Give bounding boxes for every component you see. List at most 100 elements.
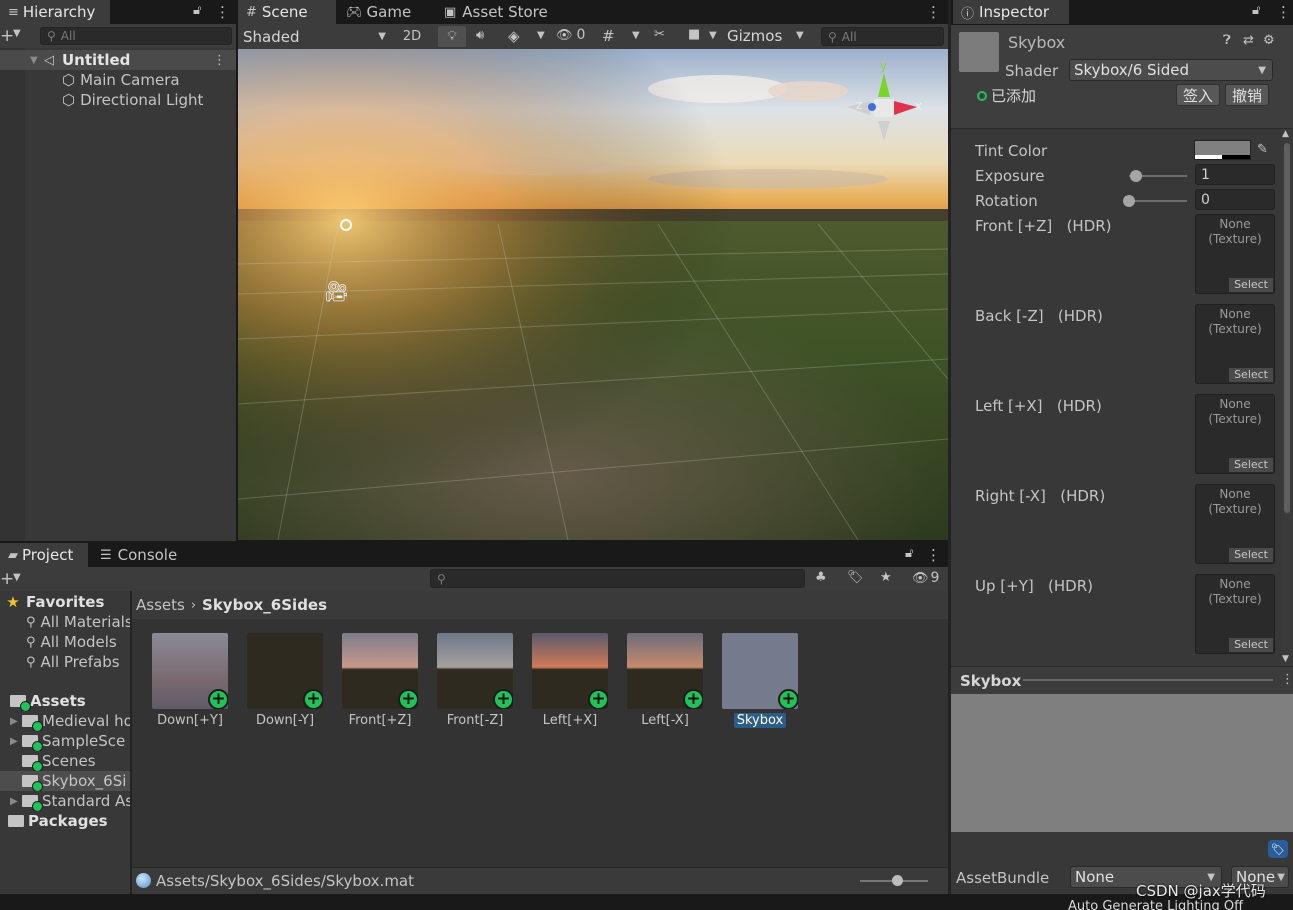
grid-snap-icon[interactable]: # xyxy=(602,27,615,45)
lighting-toggle-button[interactable]: 💡︎ xyxy=(438,26,466,47)
material-preview[interactable] xyxy=(951,694,1293,832)
favorite-item-all-materials[interactable]: ⚲ All Materials xyxy=(0,612,130,632)
gear-icon[interactable]: ⚙︎ xyxy=(1263,33,1275,48)
kebab-menu-icon[interactable]: ⋮ xyxy=(1276,3,1291,21)
packages-root[interactable]: Packages xyxy=(0,811,130,831)
texture-field-right[interactable]: None (Texture) Select xyxy=(1195,484,1275,564)
effects-layers-icon[interactable]: ◈ xyxy=(508,27,520,45)
exposure-input[interactable]: 1 xyxy=(1195,164,1275,185)
folder-medieval[interactable]: ▶ Medieval ho xyxy=(0,711,130,731)
help-icon[interactable]: ❓︎ xyxy=(1223,33,1231,48)
asset-thumb-down-py[interactable]: + xyxy=(152,633,228,709)
slider-knob[interactable] xyxy=(892,875,904,886)
rotation-input[interactable]: 0 xyxy=(1195,189,1275,210)
label-tag-icon[interactable]: 🏷︎ xyxy=(1268,840,1288,858)
chevron-down-icon[interactable]: ▼ xyxy=(13,572,21,583)
scene-orientation-gizmo[interactable]: y z x xyxy=(842,59,932,154)
chevron-down-icon[interactable]: ▼ xyxy=(13,28,21,39)
eyedropper-icon[interactable]: ✎ xyxy=(1257,142,1268,157)
filter-by-type-icon[interactable]: ♣ xyxy=(815,570,827,585)
kebab-menu-icon[interactable]: ⋮ xyxy=(1281,672,1293,687)
chevron-down-icon[interactable]: ▼ xyxy=(796,30,804,41)
texture-field-left[interactable]: None (Texture) Select xyxy=(1195,394,1275,474)
asset-thumb-left-px[interactable]: + xyxy=(532,633,608,709)
audio-icon[interactable]: 🔊︎ xyxy=(476,28,484,43)
tools-icon[interactable]: ✂︎ xyxy=(654,27,665,42)
asset-thumb-front-pz[interactable]: + xyxy=(342,633,418,709)
scene-menu-icon[interactable]: ⋮ xyxy=(213,53,226,68)
hidden-packages-toggle[interactable]: 👁︎ 9 xyxy=(912,570,939,586)
chevron-down-icon[interactable]: ▼ xyxy=(709,30,717,41)
chevron-down-icon[interactable]: ▼ xyxy=(632,30,640,41)
scrollbar-thumb[interactable] xyxy=(1284,143,1290,513)
expand-arrow-icon[interactable]: ▶ xyxy=(10,796,22,807)
camera-gizmo-icon[interactable]: 🎥︎ xyxy=(324,279,349,303)
assets-root[interactable]: Assets xyxy=(0,691,130,711)
asset-thumb-skybox[interactable]: + xyxy=(722,633,798,709)
rotation-slider-knob[interactable] xyxy=(1123,195,1135,207)
tab-game[interactable]: 🎮︎ Game xyxy=(338,0,434,24)
shader-dropdown[interactable]: Skybox/6 Sided ▼ xyxy=(1069,59,1273,81)
favorites-header[interactable]: ★ Favorites xyxy=(0,592,130,612)
lock-icon[interactable]: 🔓︎ xyxy=(193,3,201,18)
breadcrumb-current[interactable]: Skybox_6Sides xyxy=(202,596,327,614)
folder-samplescenes[interactable]: ▶ SampleSce xyxy=(0,731,130,751)
tab-inspector[interactable]: ⓘ Inspector xyxy=(953,0,1069,24)
scene-viewport[interactable]: 🎥︎ y z x xyxy=(238,49,948,540)
folder-standard-assets[interactable]: ▶ Standard As xyxy=(0,791,130,811)
favorite-item-all-models[interactable]: ⚲ All Models xyxy=(0,632,130,652)
texture-field-back[interactable]: None (Texture) Select xyxy=(1195,304,1275,384)
scene-search-input[interactable]: ⚲ All xyxy=(821,27,944,46)
revert-button[interactable]: 撤销 xyxy=(1225,84,1269,106)
texture-field-front[interactable]: None (Texture) Select xyxy=(1195,214,1275,294)
scene-row[interactable]: ▼ ◁ Untitled ⋮ xyxy=(0,50,236,70)
hidden-objects-toggle[interactable]: 👁︎ 0 xyxy=(556,27,585,43)
tab-console[interactable]: ☰ Console xyxy=(92,543,192,567)
favorite-star-icon[interactable]: ★ xyxy=(880,570,892,585)
tab-project[interactable]: ▰ Project xyxy=(0,543,88,567)
texture-select-button[interactable]: Select xyxy=(1229,368,1273,382)
2d-toggle-button[interactable]: 2D xyxy=(398,26,426,47)
camera-icon[interactable]: ■ xyxy=(688,27,700,42)
shading-mode-dropdown[interactable]: Shaded ▼ xyxy=(240,26,388,47)
inspector-scrollbar[interactable]: ▲ ▼ xyxy=(1281,129,1293,666)
project-search-input[interactable]: ⚲ xyxy=(430,569,805,588)
texture-select-button[interactable]: Select xyxy=(1229,638,1273,652)
tab-hierarchy[interactable]: ≡ Hierarchy xyxy=(0,0,110,24)
asset-thumb-left-nx[interactable]: + xyxy=(627,633,703,709)
gizmos-dropdown[interactable]: Gizmos xyxy=(727,27,782,45)
scroll-up-icon[interactable]: ▲ xyxy=(1282,129,1289,139)
scroll-down-icon[interactable]: ▼ xyxy=(1282,654,1289,664)
folder-skybox-6sides[interactable]: Skybox_6Si xyxy=(0,771,130,791)
kebab-menu-icon[interactable]: ⋮ xyxy=(926,546,941,564)
favorite-item-all-prefabs[interactable]: ⚲ All Prefabs xyxy=(0,652,130,672)
exposure-slider-knob[interactable] xyxy=(1130,170,1143,182)
filter-by-label-icon[interactable]: 🏷︎ xyxy=(847,570,864,585)
lock-icon[interactable]: 🔓︎ xyxy=(1252,3,1260,18)
kebab-menu-icon[interactable]: ⋮ xyxy=(215,3,230,21)
folder-scenes[interactable]: Scenes xyxy=(0,751,130,771)
breadcrumb-assets[interactable]: Assets xyxy=(136,596,185,614)
hierarchy-search-input[interactable]: ⚲ All xyxy=(40,27,232,45)
preview-header[interactable]: Skybox ⋮ xyxy=(951,666,1293,694)
expand-arrow-icon[interactable]: ▶ xyxy=(10,716,22,727)
expand-arrow-icon[interactable]: ▼ xyxy=(30,55,42,66)
tint-color-swatch[interactable] xyxy=(1194,140,1251,160)
tab-asset-store[interactable]: ▣ Asset Store xyxy=(436,0,554,24)
texture-select-button[interactable]: Select xyxy=(1229,548,1273,562)
texture-select-button[interactable]: Select xyxy=(1229,278,1273,292)
tab-scene[interactable]: # Scene xyxy=(238,0,336,24)
checkin-button[interactable]: 签入 xyxy=(1176,84,1220,106)
rotation-slider-track[interactable] xyxy=(1129,200,1187,202)
hierarchy-item-main-camera[interactable]: ⬡ Main Camera xyxy=(0,70,236,90)
asset-thumb-front-nz[interactable]: + xyxy=(437,633,513,709)
asset-thumb-down-ny[interactable]: + xyxy=(247,633,323,709)
hierarchy-item-directional-light[interactable]: ⬡ Directional Light xyxy=(0,90,236,110)
texture-select-button[interactable]: Select xyxy=(1229,458,1273,472)
kebab-menu-icon[interactable]: ⋮ xyxy=(926,3,941,21)
expand-arrow-icon[interactable]: ▶ xyxy=(10,736,22,747)
lock-icon[interactable]: 🔓︎ xyxy=(905,546,913,561)
preset-sliders-icon[interactable]: ⇄ xyxy=(1243,33,1254,48)
texture-field-up[interactable]: None (Texture) Select xyxy=(1195,574,1275,654)
chevron-down-icon[interactable]: ▼ xyxy=(537,30,545,41)
